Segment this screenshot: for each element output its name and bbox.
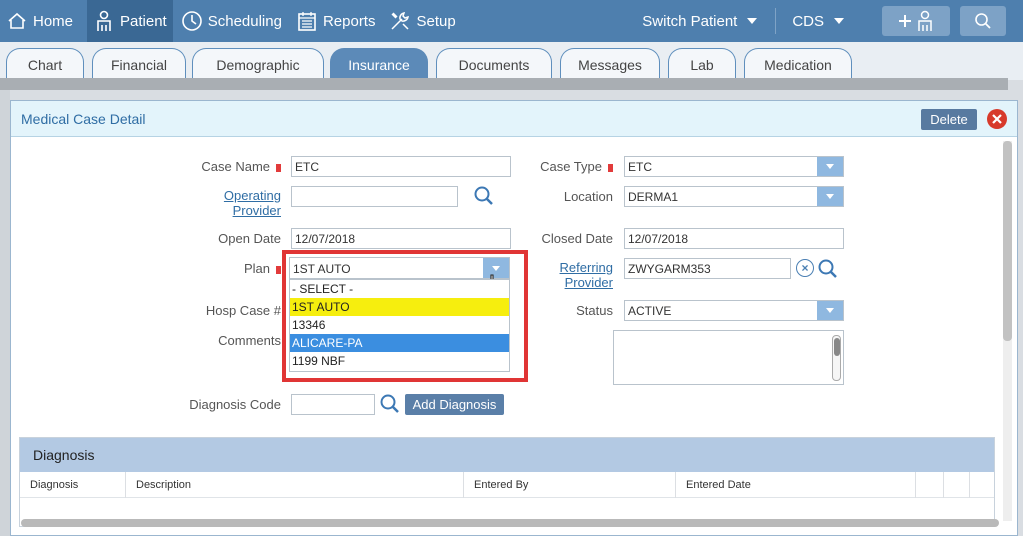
diagnosis-table-header: Diagnosis Description Entered By Entered… <box>20 472 994 498</box>
tab-underlay <box>0 78 1008 90</box>
plan-option-hovered[interactable]: ALICARE-PA <box>290 334 509 352</box>
nav-home[interactable]: Home <box>0 0 79 42</box>
chevron-down-icon[interactable] <box>817 187 843 206</box>
switch-patient-label: Switch Patient <box>642 12 738 30</box>
operating-provider-link[interactable]: Operating Provider <box>181 188 281 218</box>
diagnosis-panel: Diagnosis Diagnosis Description Entered … <box>19 437 995 527</box>
search-icon <box>975 13 991 29</box>
cds-dropdown[interactable]: CDS <box>776 0 872 42</box>
required-marker <box>276 163 281 172</box>
nav-scheduling-label: Scheduling <box>207 12 282 30</box>
top-nav-bar: Home Patient Scheduling Reports Setup Sw… <box>0 0 1023 42</box>
cds-label: CDS <box>792 12 824 30</box>
required-marker <box>276 265 281 274</box>
location-label: Location <box>563 189 613 204</box>
column-header-entered-by[interactable]: Entered By <box>464 472 676 498</box>
nav-right-group: Switch Patient CDS <box>634 0 1023 42</box>
plan-label: Plan <box>161 261 281 276</box>
clock-icon <box>181 10 203 32</box>
chevron-down-icon <box>834 18 844 24</box>
column-header-diagnosis[interactable]: Diagnosis <box>20 472 126 498</box>
comments-scrollbar[interactable] <box>832 335 841 381</box>
add-diagnosis-button[interactable]: Add Diagnosis <box>405 394 504 415</box>
plan-option[interactable]: 13346 <box>290 316 509 334</box>
dialog-title: Medical Case Detail <box>21 110 146 127</box>
background-strip <box>0 90 10 536</box>
tab-messages[interactable]: Messages <box>560 48 660 80</box>
case-type-select[interactable]: ETC <box>624 156 844 177</box>
patient-icon <box>93 10 115 32</box>
location-select[interactable]: DERMA1 <box>624 186 844 207</box>
chevron-down-icon[interactable] <box>817 301 843 320</box>
tab-bar: Chart Financial Demographic Insurance Do… <box>0 42 1023 80</box>
plan-option[interactable]: 1199 NBF <box>290 352 509 370</box>
plan-option-selected[interactable]: 1ST AUTO <box>290 298 509 316</box>
delete-button[interactable]: Delete <box>921 109 977 130</box>
diagnosis-code-input[interactable] <box>291 394 375 415</box>
tab-demographic[interactable]: Demographic <box>192 48 324 80</box>
diagnosis-code-label: Diagnosis Code <box>189 397 281 412</box>
comments-label: Comments <box>218 333 281 348</box>
plan-select[interactable]: 1ST AUTO <box>289 257 510 279</box>
nav-patient[interactable]: Patient <box>87 0 173 42</box>
clear-icon[interactable]: × <box>796 259 814 277</box>
nav-setup-label: Setup <box>416 12 456 30</box>
vertical-scrollbar[interactable] <box>1003 141 1012 521</box>
closed-date-label: Closed Date <box>541 231 613 246</box>
home-icon <box>6 10 28 32</box>
plan-option[interactable]: - SELECT - <box>290 280 509 298</box>
nav-reports-label: Reports <box>322 12 376 30</box>
referring-provider-search-icon[interactable] <box>817 258 839 280</box>
tab-financial[interactable]: Financial <box>92 48 186 80</box>
column-header-extra <box>944 472 970 498</box>
nav-setup[interactable]: Setup <box>383 0 461 42</box>
column-header-description[interactable]: Description <box>126 472 464 498</box>
case-name-label: Case Name <box>161 159 281 174</box>
global-search-button[interactable] <box>960 6 1006 36</box>
nav-home-label: Home <box>33 12 74 30</box>
tab-chart[interactable]: Chart <box>6 48 84 80</box>
tab-lab[interactable]: Lab <box>668 48 736 80</box>
diagnosis-panel-title: Diagnosis <box>20 438 994 472</box>
referring-provider-input[interactable]: ZWYGARM353 <box>624 258 791 279</box>
horizontal-scrollbar[interactable] <box>21 519 999 527</box>
close-button[interactable] <box>987 109 1007 129</box>
case-name-input[interactable]: ETC <box>291 156 511 177</box>
medical-case-detail-dialog: Medical Case Detail Delete Case Name ETC… <box>10 100 1018 536</box>
case-type-label: Case Type <box>491 159 613 174</box>
status-select[interactable]: ACTIVE <box>624 300 844 321</box>
nav-scheduling[interactable]: Scheduling <box>175 0 288 42</box>
open-date-label: Open Date <box>218 231 281 246</box>
required-marker <box>608 163 613 172</box>
diagnosis-search-icon[interactable] <box>379 393 401 415</box>
plan-options-list: - SELECT - 1ST AUTO 13346 ALICARE-PA 119… <box>289 279 510 372</box>
tools-icon <box>389 10 411 32</box>
operating-provider-input[interactable] <box>291 186 458 207</box>
close-icon <box>992 114 1002 124</box>
open-date-input[interactable]: 12/07/2018 <box>291 228 511 249</box>
comments-textarea[interactable] <box>613 330 844 385</box>
nav-patient-label: Patient <box>120 12 167 30</box>
column-header-entered-date[interactable]: Entered Date <box>676 472 916 498</box>
closed-date-input[interactable]: 12/07/2018 <box>624 228 844 249</box>
switch-patient-dropdown[interactable]: Switch Patient <box>634 0 775 42</box>
add-patient-button[interactable] <box>882 6 950 36</box>
hosp-case-label: Hosp Case # <box>205 303 281 318</box>
add-user-icon <box>899 10 932 31</box>
chevron-down-icon <box>747 18 758 24</box>
chevron-down-icon[interactable] <box>817 157 843 176</box>
tab-medication[interactable]: Medication <box>744 48 852 80</box>
vertical-scrollbar-thumb[interactable] <box>1003 141 1012 341</box>
nav-reports[interactable]: Reports <box>290 0 382 42</box>
tab-documents[interactable]: Documents <box>436 48 552 80</box>
dialog-header: Medical Case Detail <box>11 101 1017 137</box>
calendar-icon <box>296 10 318 32</box>
column-header-extra <box>916 472 944 498</box>
tab-insurance[interactable]: Insurance <box>330 48 428 80</box>
